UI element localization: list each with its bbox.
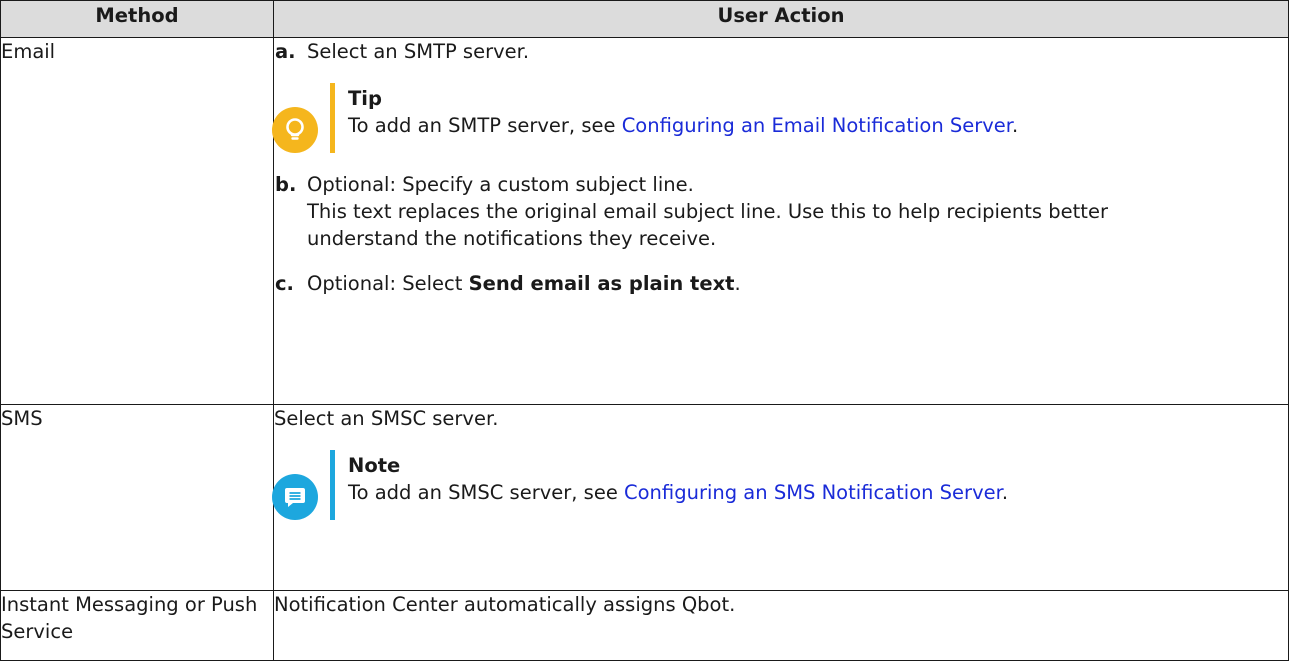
header-user-action: User Action <box>273 0 1289 38</box>
tip-text-after: . <box>1012 114 1019 137</box>
methods-table: Method User Action Email a. Select an SM… <box>0 0 1289 661</box>
tip-bar <box>330 83 335 153</box>
note-text-after: . <box>1001 481 1009 504</box>
sms-text: Select an SMSC server. <box>274 407 499 430</box>
message-icon <box>272 474 318 520</box>
tip-body: Tip To add an SMTP server, see Configuri… <box>348 83 1068 153</box>
lightbulb-icon <box>272 107 318 153</box>
method-email: Email <box>0 37 274 405</box>
step-a-label: a. <box>275 40 296 63</box>
table-row-sms: SMS Select an SMSC server. Note To add a… <box>0 404 1289 591</box>
step-b: b. Optional: Specify a custom subject li… <box>274 171 1288 252</box>
action-im: Notification Center automatically assign… <box>273 590 1289 661</box>
note-text-before: To add an SMSC server, see <box>348 481 625 504</box>
tip-callout: Tip To add an SMTP server, see Configuri… <box>272 83 1104 153</box>
step-c-bold: Send email as plain text <box>468 272 735 295</box>
tip-text: To add an SMTP server, see Configuring a… <box>348 112 1068 139</box>
note-bar <box>330 450 335 520</box>
header-method: Method <box>0 0 274 38</box>
note-callout: Note To add an SMSC server, see Configur… <box>272 450 1104 520</box>
note-body: Note To add an SMSC server, see Configur… <box>348 450 1068 520</box>
step-c-text: Optional: Select <box>307 272 469 295</box>
action-sms: Select an SMSC server. Note To add an SM… <box>272 404 1289 591</box>
sms-server-link[interactable]: Configuring an SMS Notification Server <box>624 481 1002 504</box>
header-row: Method User Action <box>0 0 1289 38</box>
step-c-after: . <box>734 272 741 295</box>
tip-title: Tip <box>348 87 382 110</box>
step-c-label: c. <box>275 272 294 295</box>
tip-text-before: To add an SMTP server, see <box>348 114 622 137</box>
note-title: Note <box>348 454 401 477</box>
step-c: c. Optional: Select Send email as plain … <box>274 270 1288 297</box>
step-b-detail: This text replaces the original email su… <box>307 200 1108 250</box>
step-a: a. Select an SMTP server. <box>274 38 1288 65</box>
action-email: a. Select an SMTP server. Tip To add an … <box>272 37 1289 405</box>
method-im: Instant Messaging or Push Service <box>0 590 274 661</box>
email-server-link[interactable]: Configuring an Email Notification Server <box>622 114 1012 137</box>
step-b-label: b. <box>275 173 297 196</box>
table-row-im: Instant Messaging or Push Service Notifi… <box>0 590 1289 661</box>
note-text: To add an SMSC server, see Configuring a… <box>348 479 1068 506</box>
method-sms: SMS <box>0 404 274 591</box>
step-b-text: Optional: Specify a custom subject line. <box>307 173 694 196</box>
step-a-text: Select an SMTP server. <box>307 40 530 63</box>
table-row-email: Email a. Select an SMTP server. Tip To a… <box>0 37 1289 405</box>
